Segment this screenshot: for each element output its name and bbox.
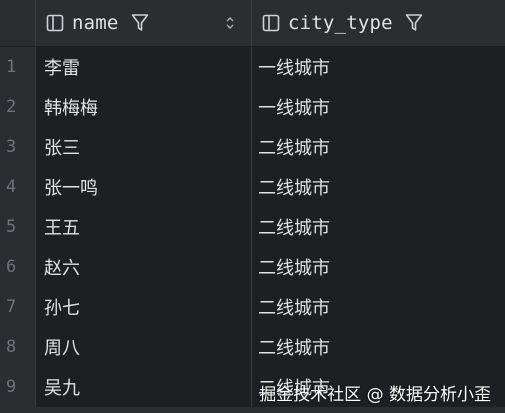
watermark: 掘金技术社区 @ 数据分析小歪: [259, 385, 491, 405]
cell-name[interactable]: 吴九: [36, 367, 252, 407]
row-number: 5: [0, 207, 36, 247]
row-number: 1: [0, 47, 36, 87]
cell-city-type[interactable]: 二线城市: [252, 207, 505, 247]
cell-city-type[interactable]: 二线城市: [252, 167, 505, 207]
row-number: 7: [0, 287, 36, 327]
cell-city-type[interactable]: 二线城市: [252, 127, 505, 167]
cell-name[interactable]: 韩梅梅: [36, 87, 252, 127]
cell-city-type[interactable]: 二线城市: [252, 327, 505, 367]
table-row[interactable]: 5 王五 二线城市: [0, 207, 505, 247]
cell-city-type[interactable]: 二线城市: [252, 247, 505, 287]
table-row[interactable]: 6 赵六 二线城市: [0, 247, 505, 287]
cell-name[interactable]: 李雷: [36, 47, 252, 87]
cell-city-type[interactable]: 一线城市: [252, 47, 505, 87]
sort-icon[interactable]: [225, 15, 235, 31]
table-row[interactable]: 7 孙七 二线城市: [0, 287, 505, 327]
table-row[interactable]: 2 韩梅梅 一线城市: [0, 87, 505, 127]
filter-icon[interactable]: [405, 13, 423, 33]
table-row[interactable]: 8 周八 二线城市: [0, 327, 505, 367]
column-header-name[interactable]: name: [36, 0, 252, 46]
row-number: 6: [0, 247, 36, 287]
column-header-label: name: [72, 12, 119, 34]
row-number: 4: [0, 167, 36, 207]
column-header-label: city_type: [288, 12, 393, 34]
cell-name[interactable]: 张一鸣: [36, 167, 252, 207]
table-row[interactable]: 1 李雷 一线城市: [0, 47, 505, 87]
cell-name[interactable]: 周八: [36, 327, 252, 367]
grid-header: name city_type: [0, 0, 505, 47]
column-icon: [262, 14, 280, 32]
row-number-header: [0, 0, 36, 46]
row-number: 8: [0, 327, 36, 367]
column-header-city-type[interactable]: city_type: [252, 0, 505, 46]
result-grid: name city_type 1 李雷 一线城市 2 韩梅梅 一线城市 3 张三…: [0, 0, 505, 413]
cell-name[interactable]: 赵六: [36, 247, 252, 287]
row-number: 9: [0, 367, 36, 407]
table-row[interactable]: 4 张一鸣 二线城市: [0, 167, 505, 207]
filter-icon[interactable]: [131, 13, 149, 33]
cell-name[interactable]: 张三: [36, 127, 252, 167]
row-number: 3: [0, 127, 36, 167]
column-icon: [46, 14, 64, 32]
cell-name[interactable]: 王五: [36, 207, 252, 247]
cell-name[interactable]: 孙七: [36, 287, 252, 327]
cell-city-type[interactable]: 一线城市: [252, 87, 505, 127]
row-number: 2: [0, 87, 36, 127]
cell-city-type[interactable]: 二线城市: [252, 287, 505, 327]
table-row[interactable]: 3 张三 二线城市: [0, 127, 505, 167]
